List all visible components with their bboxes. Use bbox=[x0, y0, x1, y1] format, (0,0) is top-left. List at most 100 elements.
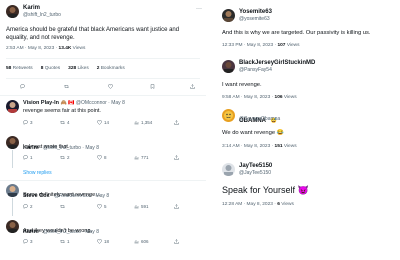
author-handle[interactable]: @JayTee5150 bbox=[239, 170, 271, 176]
retweets-stat[interactable]: 58 Retweets bbox=[6, 66, 33, 71]
tweet-time: 2:53 AM · May 8, 2023 · bbox=[6, 46, 59, 51]
views-label: Views bbox=[282, 95, 297, 100]
author-handle[interactable]: @PansyFay54 bbox=[239, 67, 272, 73]
share-button[interactable] bbox=[174, 204, 179, 209]
reply-text: revenge seems fair at this point. bbox=[23, 108, 101, 114]
avatar[interactable] bbox=[6, 220, 19, 233]
tweet-meta: 12:33 PM · May 8, 2023 · 107 Views bbox=[222, 43, 300, 48]
author-handle[interactable]: @SavageObamna bbox=[239, 116, 280, 122]
divider bbox=[6, 58, 200, 59]
retweet-button[interactable]: 1 bbox=[60, 239, 70, 244]
avatar[interactable] bbox=[222, 163, 235, 176]
tweet-text: I want revenge. bbox=[222, 82, 262, 88]
share-icon bbox=[190, 84, 195, 89]
reply-icon bbox=[23, 155, 28, 160]
heart-icon bbox=[97, 120, 102, 125]
bookmark-icon bbox=[150, 84, 155, 89]
divider bbox=[0, 180, 206, 181]
share-button[interactable] bbox=[174, 239, 179, 244]
avatar[interactable] bbox=[222, 9, 235, 22]
reply-icon bbox=[20, 84, 25, 89]
more-icon[interactable]: ··· bbox=[196, 6, 202, 12]
tweet-text: Speak for Yourself 😈 bbox=[222, 185, 309, 195]
tweet-time: 9:58 AM · May 8, 2023 · bbox=[222, 95, 275, 100]
heart-icon bbox=[97, 155, 102, 160]
tweet-meta: 9:58 AM · May 8, 2023 · 106 Views bbox=[222, 95, 297, 100]
retweet-icon bbox=[64, 84, 69, 89]
retweet-icon bbox=[60, 120, 65, 125]
reply-text: And they wouldn't be wrong. bbox=[23, 228, 92, 234]
reply-button[interactable] bbox=[20, 84, 25, 89]
views-button[interactable]: 606 bbox=[134, 239, 149, 244]
author-name[interactable]: Karim bbox=[23, 5, 40, 11]
view-count: 151 bbox=[274, 144, 283, 149]
retweet-button[interactable]: 2 bbox=[60, 155, 70, 160]
views-icon bbox=[134, 239, 139, 244]
heart-icon bbox=[97, 204, 102, 209]
reply-handle[interactable]: @OMcconnor · May 8 bbox=[76, 100, 125, 106]
tweet-text: America should be grateful that black Am… bbox=[6, 27, 180, 41]
likes-stat[interactable]: 328 Likes bbox=[68, 66, 89, 71]
like-button[interactable]: 8 bbox=[97, 155, 107, 160]
retweet-icon bbox=[60, 204, 65, 209]
views-label: Views bbox=[279, 202, 294, 207]
retweet-button[interactable] bbox=[64, 84, 69, 89]
views-label: Views bbox=[71, 46, 86, 51]
avatar[interactable] bbox=[222, 109, 235, 122]
thread-line bbox=[12, 198, 13, 216]
bookmarks-stat[interactable]: 2 Bookmarks bbox=[97, 66, 125, 71]
like-button[interactable] bbox=[108, 84, 113, 89]
avatar[interactable] bbox=[222, 60, 235, 73]
tweet-stats: 58 Retweets 8 Quotes 328 Likes 2 Bookmar… bbox=[6, 66, 125, 71]
reply-text: Some definitely want revenge… bbox=[23, 192, 101, 198]
bookmark-button[interactable] bbox=[150, 84, 155, 89]
author-handle[interactable]: @yosemite63 bbox=[239, 16, 270, 22]
share-button[interactable] bbox=[174, 120, 179, 125]
author-emoji: 🙈 🇨🇦 bbox=[60, 100, 75, 106]
avatar[interactable] bbox=[6, 100, 19, 113]
tweet-time: 12:28 AM · May 8, 2023 · bbox=[222, 202, 278, 207]
reply-icon bbox=[23, 239, 28, 244]
author-name[interactable]: Yosemite63 bbox=[239, 9, 272, 15]
share-icon bbox=[174, 155, 179, 160]
tweet-text: We do want revenge 😂 bbox=[222, 130, 284, 136]
like-button[interactable]: 5 bbox=[97, 204, 107, 209]
share-icon bbox=[174, 204, 179, 209]
views-button[interactable]: 771 bbox=[134, 155, 149, 160]
like-button[interactable]: 14 bbox=[97, 120, 109, 125]
avatar[interactable] bbox=[6, 136, 19, 149]
divider bbox=[6, 78, 200, 79]
tweet-meta: 2:53 AM · May 8, 2023 · 13.4K Views bbox=[6, 46, 85, 51]
view-count: 106 bbox=[274, 95, 283, 100]
reply-text: I almost wrote that. bbox=[23, 144, 70, 150]
author-name[interactable]: JayTee5150 bbox=[239, 163, 272, 169]
thread-line bbox=[12, 150, 13, 168]
views-label: Views bbox=[285, 43, 300, 48]
retweet-button[interactable]: 4 bbox=[60, 120, 70, 125]
heart-icon bbox=[108, 84, 113, 89]
views-icon bbox=[134, 120, 139, 125]
retweet-button[interactable] bbox=[60, 204, 67, 209]
tweet-time: 12:33 PM · May 8, 2023 · bbox=[222, 43, 278, 48]
view-count: 13.4K bbox=[58, 46, 72, 51]
avatar[interactable] bbox=[6, 184, 19, 197]
reply-button[interactable]: 2 bbox=[23, 204, 33, 209]
reply-author[interactable]: Vision Play-In bbox=[23, 100, 59, 106]
views-label: Views bbox=[282, 144, 297, 149]
reply-button[interactable]: 3 bbox=[23, 120, 33, 125]
share-button[interactable] bbox=[190, 84, 195, 89]
author-handle[interactable]: @shift_ln2_turbo bbox=[23, 12, 61, 18]
reply-button[interactable]: 3 bbox=[23, 239, 33, 244]
show-replies-link[interactable]: Show replies bbox=[23, 170, 52, 176]
like-button[interactable]: 18 bbox=[97, 239, 109, 244]
share-button[interactable] bbox=[174, 155, 179, 160]
left-thread: Karim @shift_ln2_turbo ··· America shoul… bbox=[0, 0, 206, 260]
quotes-stat[interactable]: 8 Quotes bbox=[41, 66, 60, 71]
author-name[interactable]: BlackJerseyGirlStuckinMD bbox=[239, 60, 315, 66]
views-button[interactable]: 1,354 bbox=[134, 120, 152, 125]
avatar[interactable] bbox=[6, 5, 19, 18]
retweet-icon bbox=[60, 239, 65, 244]
heart-icon bbox=[97, 239, 102, 244]
views-button[interactable]: 591 bbox=[134, 204, 149, 209]
reply-button[interactable]: 1 bbox=[23, 155, 33, 160]
